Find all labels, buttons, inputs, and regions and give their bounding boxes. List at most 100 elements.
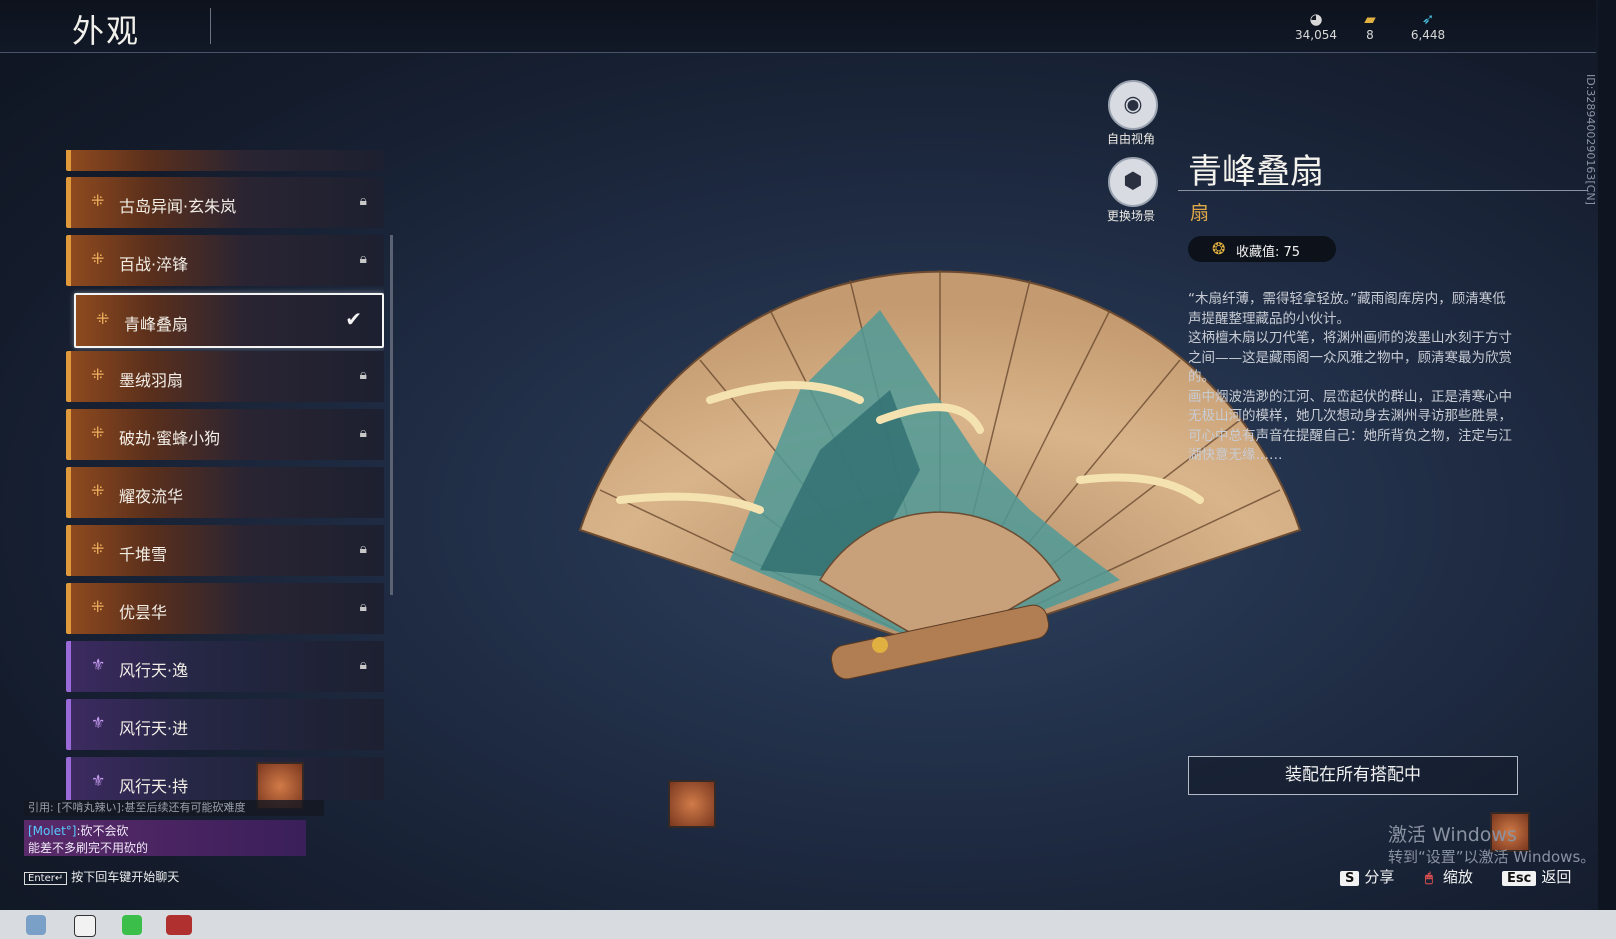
lock-icon: 🔒︎: [359, 251, 367, 267]
item-label: 千堆雪: [119, 545, 168, 564]
chat-quote: 引用: [不啃丸辣い]:甚至后续还有可能砍难度: [24, 800, 324, 816]
rarity-icon: ⁜: [91, 191, 105, 210]
lock-icon: 🔒︎: [359, 599, 367, 615]
rarity-icon: ⚜: [91, 713, 106, 732]
hint-label: 返回: [1541, 868, 1572, 886]
enter-key: Enter↵: [24, 872, 68, 885]
description-paragraph: “木扇纤薄，需得轻拿轻放。”藏雨阁库房内，顾清寒低声提醒整理藏品的小伙计。: [1188, 291, 1506, 327]
list-item[interactable]: ⁜ 千堆雪 🔒︎: [66, 525, 384, 576]
page-title: 外观: [72, 12, 141, 50]
lock-icon: 🔒︎: [359, 541, 367, 557]
item-label: 风行天·持: [119, 777, 189, 796]
equip-all-button[interactable]: 装配在所有搭配中: [1188, 756, 1518, 795]
currency-value: 8: [1366, 28, 1374, 42]
item-label: 墨绒羽扇: [119, 371, 184, 390]
rarity-icon: ⁜: [96, 309, 110, 328]
activation-watermark: 激活 Windows: [1388, 824, 1517, 846]
item-label: 青峰叠扇: [124, 315, 189, 334]
top-bar: 外观 ◕ 34,054 ▰ 8 ➶ 6,448: [0, 0, 1596, 53]
mask-icon: ◕: [1309, 10, 1323, 28]
chat-panel[interactable]: 引用: [不啃丸辣い]:甚至后续还有可能砍难度 [Molet°]:砍不会砍 能差…: [24, 800, 324, 885]
rarity-icon: ⚜: [91, 655, 106, 674]
collection-icon: ❂: [1212, 239, 1226, 258]
rarity-icon: ⁜: [91, 597, 105, 616]
rarity-icon: ⁜: [91, 249, 105, 268]
item-label: 优昙华: [119, 603, 168, 622]
currency-value: 6,448: [1410, 28, 1446, 42]
chat-text: :砍不会砍: [76, 824, 129, 838]
app-icon[interactable]: [26, 915, 46, 935]
wechat-icon[interactable]: [122, 915, 142, 935]
key-s: S: [1340, 871, 1360, 886]
lantern-decoration: [668, 780, 716, 828]
currency-mask: ◕ 34,054: [1286, 10, 1346, 42]
list-scrollbar[interactable]: [390, 235, 393, 595]
ticket-icon: ▰: [1364, 10, 1376, 28]
lock-icon: 🔒︎: [359, 193, 367, 209]
list-item[interactable]: ⁜ 破劫·蜜蜂小狗 🔒︎: [66, 409, 384, 460]
item-label: 耀夜流华: [119, 487, 184, 506]
item-label: 古岛异闻·玄朱岚: [119, 197, 237, 216]
mouse-icon: 🖱: [1425, 871, 1433, 886]
scene-button[interactable]: ⬢: [1108, 157, 1158, 207]
collection-badge: ❂ 收藏值: 75: [1188, 236, 1336, 262]
game-icon[interactable]: [166, 915, 192, 935]
share-hint[interactable]: S 分享: [1340, 866, 1394, 887]
list-item[interactable]: ⚜ 风行天·进: [66, 699, 384, 750]
camera-icon: ◉: [1123, 92, 1143, 117]
item-type: 扇: [1190, 202, 1210, 224]
rarity-icon: ⁜: [91, 481, 105, 500]
player-id: ID:3289400290163[CN]: [1584, 74, 1597, 205]
list-item[interactable]: ⁜ 优昙华 🔒︎: [66, 583, 384, 634]
chat-line-1: [Molet°]:砍不会砍: [28, 822, 129, 839]
rarity-icon: ⁜: [91, 365, 105, 384]
feather-icon: ➶: [1421, 10, 1435, 28]
currency-ticket: ▰ 8: [1340, 10, 1400, 42]
item-description: “木扇纤薄，需得轻拿轻放。”藏雨阁库房内，顾清寒低声提醒整理藏品的小伙计。 这柄…: [1188, 290, 1516, 466]
currency-feather: ➶ 6,448: [1398, 10, 1458, 42]
right-rail: [1598, 0, 1616, 910]
description-paragraph: 画中烟波浩渺的江河、层峦起伏的群山，正是清寒心中无极山河的模样，她几次想动身去渊…: [1188, 388, 1512, 464]
hint-label: 缩放: [1442, 868, 1473, 886]
change-scene-label: 更换场景: [1106, 209, 1155, 223]
list-item-selected[interactable]: ⁜ 青峰叠扇 ✔: [74, 293, 384, 348]
camera-button[interactable]: ◉: [1108, 80, 1158, 130]
list-item[interactable]: ⁜ 墨绒羽扇 🔒︎: [66, 351, 384, 402]
item-title: 青峰叠扇: [1188, 152, 1324, 192]
lock-icon: 🔒︎: [359, 367, 367, 383]
appearance-list[interactable]: ⁜ 古岛异闻·玄朱岚 🔒︎ ⁜ 百战·淬锋 🔒︎ ⁜ 青峰叠扇 ✔ ⁜ 墨绒羽扇…: [66, 150, 384, 800]
chat-enter-hint[interactable]: Enter↵ 按下回车键开始聊天: [24, 868, 179, 885]
list-item[interactable]: ⁜ 耀夜流华: [66, 467, 384, 518]
rarity-icon: ⁜: [91, 539, 105, 558]
activation-watermark-sub: 转到“设置”以激活 Windows。: [1388, 848, 1596, 866]
free-view-label: 自由视角: [1106, 132, 1155, 146]
item-label: 破劫·蜜蜂小狗: [119, 429, 221, 448]
lock-icon: 🔒︎: [359, 425, 367, 441]
chat-sender[interactable]: [Molet°]: [28, 824, 76, 838]
lock-icon: 🔒︎: [359, 657, 367, 673]
key-esc: Esc: [1502, 871, 1537, 886]
list-item[interactable]: ⚜ 风行天·持: [66, 757, 384, 800]
rarity-icon: ⚜: [91, 771, 106, 790]
chat-line-2: 能差不多刷完不用砍的: [28, 841, 149, 855]
list-item[interactable]: ⁜ 百战·淬锋 🔒︎: [66, 235, 384, 286]
description-paragraph: 这柄檀木扇以刀代笔，将渊州画师的泼墨山水刻于方寸之间——这是藏雨阁一众风雅之物中…: [1188, 330, 1512, 385]
currency-value: 34,054: [1295, 28, 1337, 42]
collection-value: 收藏值: 75: [1236, 245, 1301, 260]
list-item-partial[interactable]: [66, 150, 384, 171]
list-item[interactable]: ⁜ 古岛异闻·玄朱岚 🔒︎: [66, 177, 384, 228]
qq-icon[interactable]: [74, 915, 96, 937]
cube-icon: ⬢: [1123, 169, 1143, 194]
item-label: 百战·淬锋: [119, 255, 189, 274]
os-taskbar: [0, 910, 1616, 939]
rarity-icon: ⁜: [91, 423, 105, 442]
fan-pin: [872, 637, 888, 653]
list-item[interactable]: ⚜ 风行天·逸 🔒︎: [66, 641, 384, 692]
item-label: 风行天·逸: [119, 661, 189, 680]
back-hint[interactable]: Esc 返回: [1502, 866, 1571, 887]
item-label: 风行天·进: [119, 719, 189, 738]
title-divider: [210, 8, 211, 44]
hint-label: 分享: [1364, 868, 1395, 886]
zoom-hint[interactable]: 🖱 缩放: [1420, 866, 1473, 887]
title-underline: [1178, 190, 1588, 191]
